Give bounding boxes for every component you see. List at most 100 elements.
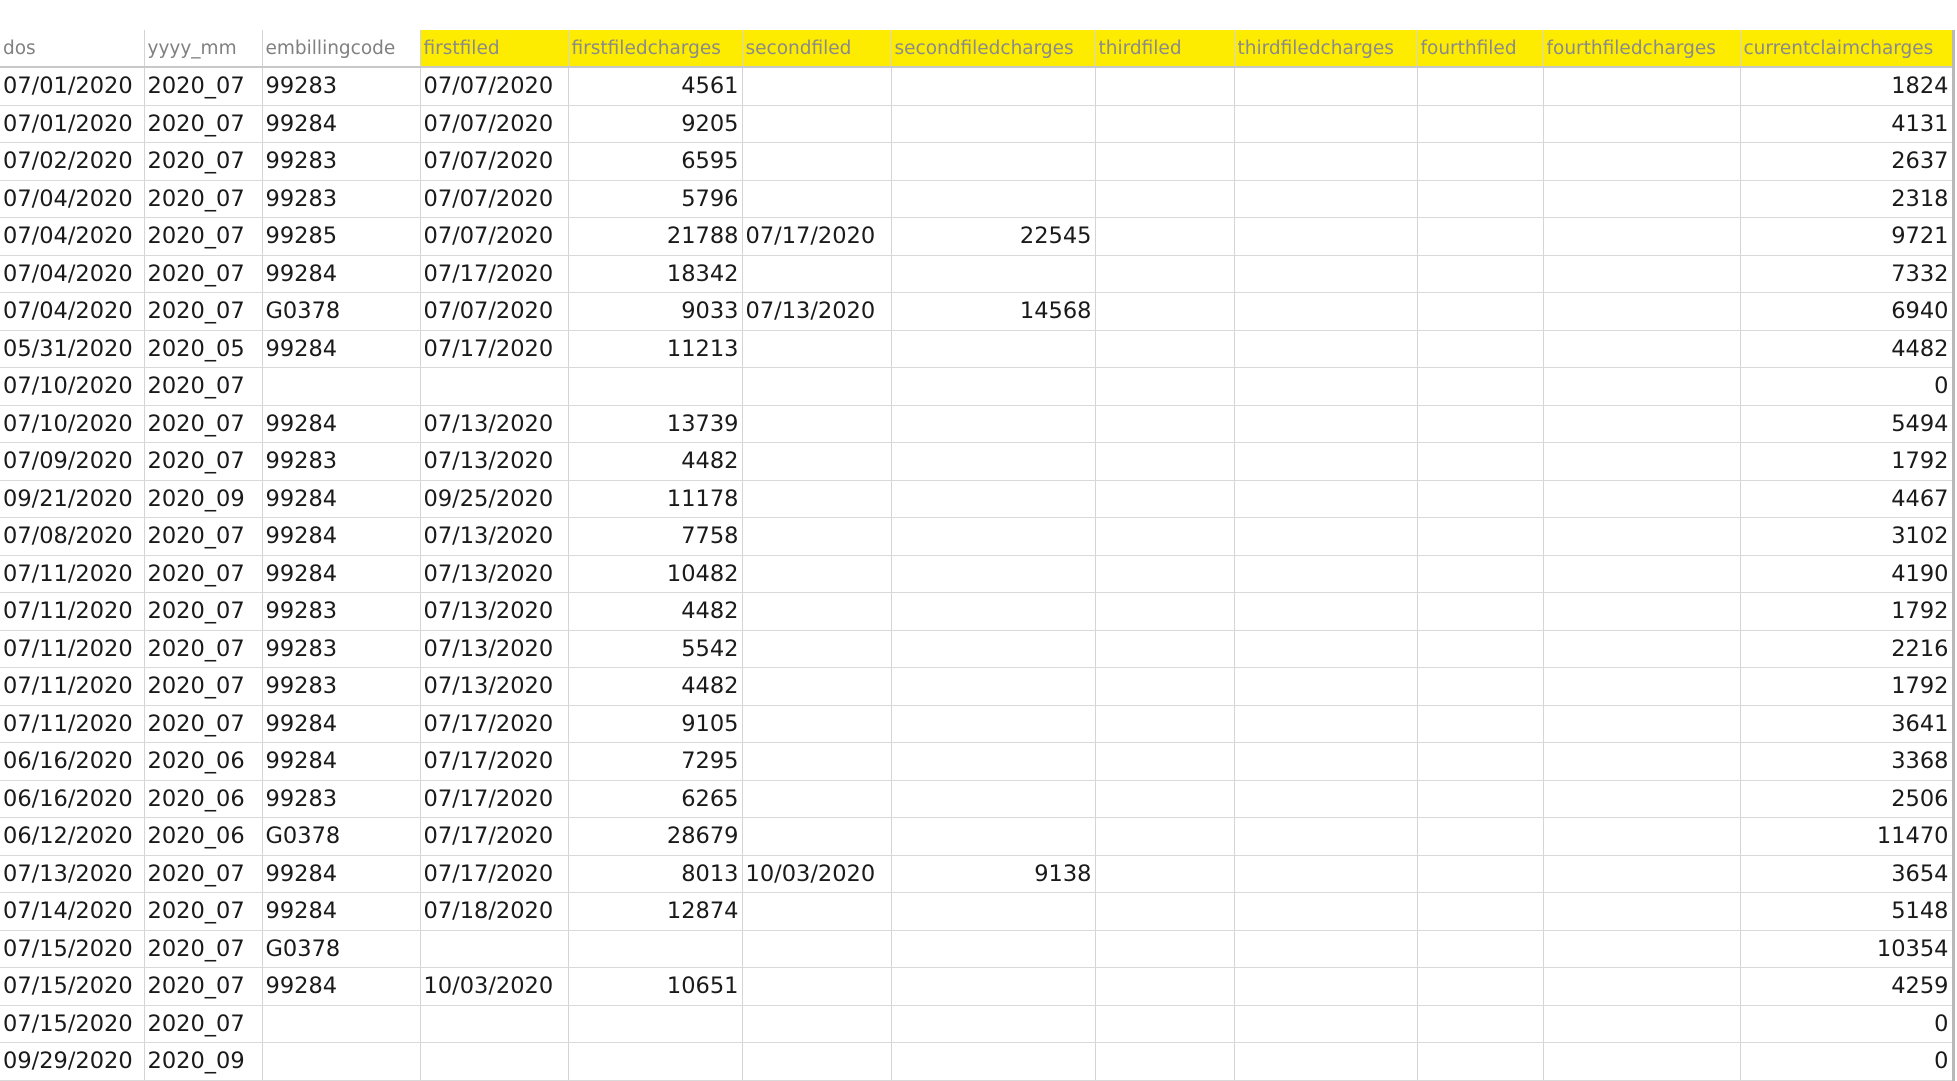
cell-thirdfiledcharges[interactable] <box>1234 105 1418 143</box>
cell-embillingcode[interactable]: 99284 <box>262 480 421 518</box>
cell-currentclaimcharges[interactable]: 3654 <box>1740 855 1955 893</box>
cell-thirdfiled[interactable] <box>1095 217 1235 256</box>
cell-secondfiledcharges[interactable] <box>891 367 1096 406</box>
cell-dos[interactable]: 07/08/2020 <box>0 517 145 556</box>
cell-dos[interactable]: 06/12/2020 <box>0 817 145 856</box>
cell-secondfiled[interactable] <box>742 517 892 556</box>
cell-secondfiledcharges[interactable] <box>891 405 1096 443</box>
cell-yyyy_mm[interactable]: 2020_07 <box>144 1005 263 1043</box>
cell-firstfiledcharges[interactable] <box>568 1042 743 1081</box>
cell-dos[interactable]: 06/16/2020 <box>0 742 145 781</box>
cell-firstfiledcharges[interactable]: 6265 <box>568 780 743 818</box>
cell-fourthfiled[interactable] <box>1417 105 1544 143</box>
cell-secondfiled[interactable] <box>742 255 892 293</box>
cell-yyyy_mm[interactable]: 2020_07 <box>144 517 263 556</box>
cell-fourthfiled[interactable] <box>1417 1042 1544 1081</box>
cell-thirdfiledcharges[interactable] <box>1234 780 1418 818</box>
cell-fourthfiled[interactable] <box>1417 855 1544 893</box>
cell-firstfiledcharges[interactable]: 4482 <box>568 667 743 706</box>
cell-secondfiled[interactable]: 10/03/2020 <box>742 855 892 893</box>
cell-fourthfiled[interactable] <box>1417 517 1544 556</box>
cell-secondfiledcharges[interactable] <box>891 555 1096 593</box>
cell-dos[interactable]: 07/04/2020 <box>0 292 145 331</box>
cell-thirdfiledcharges[interactable] <box>1234 1005 1418 1043</box>
column-header-thirdfiledcharges[interactable]: thirdfiledcharges <box>1234 30 1418 68</box>
cell-currentclaimcharges[interactable]: 4190 <box>1740 555 1955 593</box>
cell-fourthfiledcharges[interactable] <box>1543 630 1741 668</box>
cell-secondfiled[interactable] <box>742 705 892 743</box>
cell-thirdfiledcharges[interactable] <box>1234 667 1418 706</box>
cell-secondfiled[interactable] <box>742 780 892 818</box>
cell-secondfiled[interactable] <box>742 892 892 931</box>
cell-fourthfiledcharges[interactable] <box>1543 255 1741 293</box>
cell-embillingcode[interactable]: 99285 <box>262 217 421 256</box>
cell-thirdfiledcharges[interactable] <box>1234 180 1418 218</box>
cell-dos[interactable]: 07/04/2020 <box>0 180 145 218</box>
cell-secondfiledcharges[interactable] <box>891 1042 1096 1081</box>
cell-fourthfiledcharges[interactable] <box>1543 930 1741 968</box>
cell-embillingcode[interactable]: G0378 <box>262 292 421 331</box>
cell-fourthfiledcharges[interactable] <box>1543 517 1741 556</box>
cell-secondfiled[interactable]: 07/17/2020 <box>742 217 892 256</box>
cell-secondfiledcharges[interactable] <box>891 592 1096 631</box>
cell-dos[interactable]: 07/10/2020 <box>0 405 145 443</box>
cell-fourthfiled[interactable] <box>1417 705 1544 743</box>
cell-yyyy_mm[interactable]: 2020_09 <box>144 1042 263 1081</box>
cell-secondfiled[interactable] <box>742 1005 892 1043</box>
cell-yyyy_mm[interactable]: 2020_07 <box>144 105 263 143</box>
cell-dos[interactable]: 07/04/2020 <box>0 255 145 293</box>
cell-fourthfiled[interactable] <box>1417 142 1544 181</box>
cell-embillingcode[interactable]: 99284 <box>262 855 421 893</box>
cell-embillingcode[interactable]: 99284 <box>262 517 421 556</box>
cell-dos[interactable]: 07/01/2020 <box>0 67 145 106</box>
cell-fourthfiledcharges[interactable] <box>1543 817 1741 856</box>
cell-fourthfiledcharges[interactable] <box>1543 967 1741 1006</box>
cell-fourthfiledcharges[interactable] <box>1543 892 1741 931</box>
cell-embillingcode[interactable]: 99284 <box>262 330 421 368</box>
cell-thirdfiledcharges[interactable] <box>1234 967 1418 1006</box>
cell-yyyy_mm[interactable]: 2020_07 <box>144 442 263 481</box>
cell-thirdfiled[interactable] <box>1095 1005 1235 1043</box>
cell-embillingcode[interactable]: 99284 <box>262 892 421 931</box>
cell-thirdfiled[interactable] <box>1095 742 1235 781</box>
cell-firstfiled[interactable]: 07/13/2020 <box>420 442 569 481</box>
cell-currentclaimcharges[interactable]: 2506 <box>1740 780 1955 818</box>
cell-yyyy_mm[interactable]: 2020_07 <box>144 292 263 331</box>
cell-currentclaimcharges[interactable]: 4131 <box>1740 105 1955 143</box>
cell-dos[interactable]: 07/02/2020 <box>0 142 145 181</box>
cell-secondfiledcharges[interactable] <box>891 892 1096 931</box>
cell-thirdfiledcharges[interactable] <box>1234 517 1418 556</box>
cell-dos[interactable]: 05/31/2020 <box>0 330 145 368</box>
cell-secondfiled[interactable] <box>742 555 892 593</box>
cell-thirdfiledcharges[interactable] <box>1234 67 1418 106</box>
column-header-firstfiledcharges[interactable]: firstfiledcharges <box>568 30 743 68</box>
cell-firstfiledcharges[interactable]: 11213 <box>568 330 743 368</box>
cell-secondfiled[interactable] <box>742 742 892 781</box>
cell-secondfiledcharges[interactable] <box>891 742 1096 781</box>
cell-firstfiledcharges[interactable]: 10651 <box>568 967 743 1006</box>
cell-secondfiledcharges[interactable] <box>891 480 1096 518</box>
cell-embillingcode[interactable]: 99283 <box>262 67 421 106</box>
cell-thirdfiledcharges[interactable] <box>1234 1042 1418 1081</box>
cell-thirdfiled[interactable] <box>1095 367 1235 406</box>
cell-secondfiledcharges[interactable] <box>891 142 1096 181</box>
cell-dos[interactable]: 07/15/2020 <box>0 1005 145 1043</box>
cell-firstfiled[interactable]: 07/17/2020 <box>420 742 569 781</box>
column-header-thirdfiled[interactable]: thirdfiled <box>1095 30 1235 68</box>
cell-currentclaimcharges[interactable]: 0 <box>1740 1005 1955 1043</box>
cell-firstfiledcharges[interactable]: 4482 <box>568 592 743 631</box>
cell-firstfiled[interactable] <box>420 1042 569 1081</box>
cell-currentclaimcharges[interactable]: 11470 <box>1740 817 1955 856</box>
cell-yyyy_mm[interactable]: 2020_07 <box>144 967 263 1006</box>
cell-fourthfiledcharges[interactable] <box>1543 780 1741 818</box>
cell-firstfiled[interactable]: 07/13/2020 <box>420 630 569 668</box>
cell-thirdfiled[interactable] <box>1095 517 1235 556</box>
cell-fourthfiled[interactable] <box>1417 967 1544 1006</box>
cell-secondfiledcharges[interactable] <box>891 705 1096 743</box>
cell-thirdfiledcharges[interactable] <box>1234 630 1418 668</box>
cell-dos[interactable]: 07/11/2020 <box>0 630 145 668</box>
cell-currentclaimcharges[interactable]: 9721 <box>1740 217 1955 256</box>
cell-yyyy_mm[interactable]: 2020_06 <box>144 780 263 818</box>
cell-thirdfiledcharges[interactable] <box>1234 442 1418 481</box>
cell-dos[interactable]: 07/10/2020 <box>0 367 145 406</box>
